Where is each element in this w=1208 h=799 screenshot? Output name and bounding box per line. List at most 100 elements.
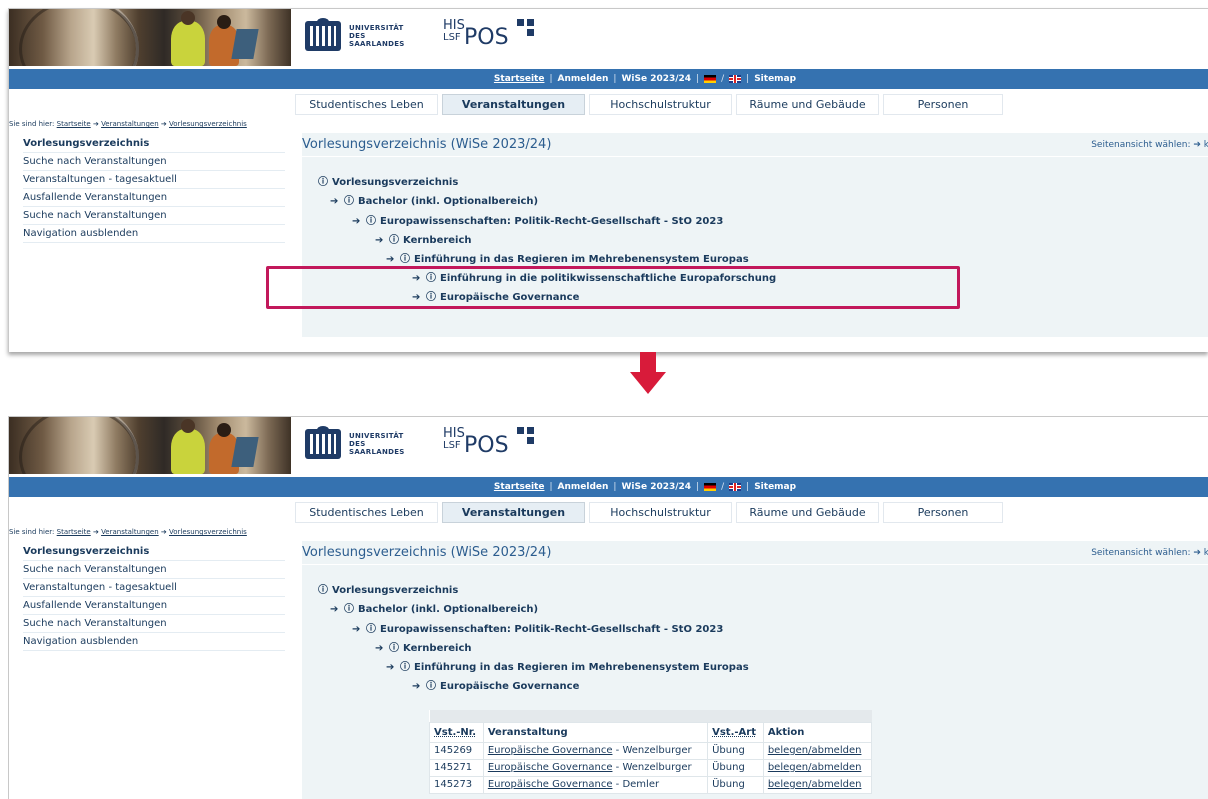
anmelden-link[interactable]: Anmelden <box>558 74 609 84</box>
anmelden-link[interactable]: Anmelden <box>558 482 609 492</box>
highlight-box <box>266 266 960 309</box>
view-selector[interactable]: Seitenansicht wählen: ➔ k <box>1091 541 1208 565</box>
sitemap-link[interactable]: Sitemap <box>754 74 796 84</box>
startseite-link[interactable]: Startseite <box>494 74 545 84</box>
tree-node[interactable]: ➔ ⓘ Bachelor (inkl. Optionalbereich) <box>330 600 538 615</box>
info-icon: ⓘ <box>426 681 436 692</box>
tab-personen[interactable]: Personen <box>883 94 1003 115</box>
sidebar-item-suche-2[interactable]: Suche nach Veranstaltungen <box>23 207 285 225</box>
arrow-right-icon: ➔ <box>412 681 421 692</box>
sidebar-item-navigation-ausblenden[interactable]: Navigation ausblenden <box>23 225 285 243</box>
arrow-right-icon: ➔ <box>386 254 395 265</box>
tab-studentisches-leben[interactable]: Studentisches Leben <box>295 502 438 523</box>
sidebar-item-tagesaktuell[interactable]: Veranstaltungen - tagesaktuell <box>23 171 285 189</box>
english-flag-icon[interactable] <box>729 483 742 491</box>
sidebar-item-ausfallende[interactable]: Ausfallende Veranstaltungen <box>23 189 285 207</box>
tree-node[interactable]: ➔ ⓘ Europawissenschaften: Politik-Recht-Ge… <box>352 620 723 635</box>
tree-node[interactable]: ➔ ⓘ Kernbereich <box>375 231 472 246</box>
arrow-right-icon: ➔ <box>352 216 361 227</box>
info-icon: ⓘ <box>400 254 410 265</box>
arrow-right-icon: ➔ <box>160 120 167 128</box>
arrow-right-icon: ➔ <box>352 624 361 635</box>
info-icon: ⓘ <box>389 643 399 654</box>
breadcrumb: Sie sind hier: Startseite ➔ Veranstaltun… <box>9 528 247 536</box>
breadcrumb-veranstaltungen[interactable]: Veranstaltungen <box>101 528 159 536</box>
column-header-aktion: Aktion <box>762 721 873 743</box>
arrow-right-icon: ➔ <box>330 604 339 615</box>
tree-node[interactable]: ➔ ⓘ Einführung in das Regieren im Mehreben… <box>386 250 749 265</box>
arrow-right-icon: ➔ <box>330 196 339 207</box>
screenshot-after: UNIVERSITÄT DES SAARLANDES HIS LSF POS S… <box>8 416 1208 799</box>
sidebar-item-suche-2[interactable]: Suche nach Veranstaltungen <box>23 615 285 633</box>
sidebar-item-vorlesungsverzeichnis[interactable]: Vorlesungsverzeichnis <box>23 135 285 153</box>
german-flag-icon[interactable] <box>704 483 717 491</box>
sidebar-item-suche[interactable]: Suche nach Veranstaltungen <box>23 153 285 171</box>
breadcrumb-vorlesungsverzeichnis[interactable]: Vorlesungsverzeichnis <box>169 528 247 536</box>
university-logo[interactable]: UNIVERSITÄT DES SAARLANDES <box>305 426 405 459</box>
tree-node[interactable]: ⓘ Vorlesungsverzeichnis <box>318 581 458 596</box>
sidebar-item-navigation-ausblenden[interactable]: Navigation ausblenden <box>23 633 285 651</box>
main-tabs: Studentisches Leben Veranstaltungen Hoch… <box>295 94 1003 115</box>
arrow-right-icon: ➔ <box>92 120 99 128</box>
info-icon: ⓘ <box>366 216 376 227</box>
breadcrumb-vorlesungsverzeichnis[interactable]: Vorlesungsverzeichnis <box>169 120 247 128</box>
semester-label[interactable]: WiSe 2023/24 <box>621 482 691 492</box>
course-link[interactable]: Europäische Governance <box>488 762 613 773</box>
sidebar-item-ausfallende[interactable]: Ausfallende Veranstaltungen <box>23 597 285 615</box>
tab-raeume-und-gebaeude[interactable]: Räume und Gebäude <box>736 502 879 523</box>
info-icon: ⓘ <box>389 235 399 246</box>
sitemap-link[interactable]: Sitemap <box>754 482 796 492</box>
tab-studentisches-leben[interactable]: Studentisches Leben <box>295 94 438 115</box>
top-navigation-bar: Startseite | Anmelden | WiSe 2023/24 | /… <box>9 477 1208 497</box>
header-photo <box>9 417 291 474</box>
tree-node[interactable]: ⓘ Vorlesungsverzeichnis <box>318 173 458 188</box>
belegen-abmelden-link[interactable]: belegen/abmelden <box>768 779 862 790</box>
main-content: Vorlesungsverzeichnis (WiSe 2023/24) Sei… <box>302 541 1208 799</box>
arrow-right-icon: ➔ <box>92 528 99 536</box>
tree-node[interactable]: ➔ ⓘ Kernbereich <box>375 639 472 654</box>
sidebar-item-suche[interactable]: Suche nach Veranstaltungen <box>23 561 285 579</box>
sidebar: Vorlesungsverzeichnis Suche nach Veranst… <box>23 543 285 651</box>
university-logo[interactable]: UNIVERSITÄT DES SAARLANDES <box>305 18 405 51</box>
belegen-abmelden-link[interactable]: belegen/abmelden <box>768 745 862 756</box>
sidebar-item-vorlesungsverzeichnis[interactable]: Vorlesungsverzeichnis <box>23 543 285 561</box>
tree-node[interactable]: ➔ ⓘ Europawissenschaften: Politik-Recht-Ge… <box>352 212 723 227</box>
belegen-abmelden-link[interactable]: belegen/abmelden <box>768 762 862 773</box>
semester-label[interactable]: WiSe 2023/24 <box>621 74 691 84</box>
english-flag-icon[interactable] <box>729 75 742 83</box>
tree-node[interactable]: ➔ ⓘ Europäische Governance <box>412 677 579 692</box>
tab-personen[interactable]: Personen <box>883 502 1003 523</box>
table-row: 145273 Europäische Governance - Demler Ü… <box>429 775 873 794</box>
tab-veranstaltungen[interactable]: Veranstaltungen <box>442 502 585 523</box>
table-row: 145271 Europäische Governance - Wenzelbu… <box>429 758 873 777</box>
startseite-link[interactable]: Startseite <box>494 482 545 492</box>
page-title: Vorlesungsverzeichnis (WiSe 2023/24) <box>302 545 552 560</box>
breadcrumb-veranstaltungen[interactable]: Veranstaltungen <box>101 120 159 128</box>
breadcrumb-startseite[interactable]: Startseite <box>57 528 91 536</box>
arrow-right-icon: ➔ <box>375 235 384 246</box>
german-flag-icon[interactable] <box>704 75 717 83</box>
info-icon: ⓘ <box>318 585 328 596</box>
header-photo <box>9 9 291 66</box>
tree-node[interactable]: ➔ ⓘ Einführung in das Regieren im Mehreben… <box>386 658 749 673</box>
tab-raeume-und-gebaeude[interactable]: Räume und Gebäude <box>736 94 879 115</box>
arrow-right-icon: ➔ <box>375 643 384 654</box>
info-icon: ⓘ <box>366 624 376 635</box>
info-icon: ⓘ <box>318 177 328 188</box>
tab-hochschulstruktur[interactable]: Hochschulstruktur <box>589 502 732 523</box>
tab-hochschulstruktur[interactable]: Hochschulstruktur <box>589 94 732 115</box>
table-row: 145269 Europäische Governance - Wenzelbu… <box>429 741 873 760</box>
column-header-veranstaltung: Veranstaltung <box>482 721 709 743</box>
course-link[interactable]: Europäische Governance <box>488 779 613 790</box>
breadcrumb-startseite[interactable]: Startseite <box>57 120 91 128</box>
top-navigation-bar: Startseite | Anmelden | WiSe 2023/24 | /… <box>9 69 1208 89</box>
down-arrow-icon <box>630 352 666 400</box>
tab-veranstaltungen[interactable]: Veranstaltungen <box>442 94 585 115</box>
sidebar-item-tagesaktuell[interactable]: Veranstaltungen - tagesaktuell <box>23 579 285 597</box>
arrow-right-icon: ➔ <box>386 662 395 673</box>
sidebar: Vorlesungsverzeichnis Suche nach Veranst… <box>23 135 285 243</box>
main-tabs: Studentisches Leben Veranstaltungen Hoch… <box>295 502 1003 523</box>
tree-node[interactable]: ➔ ⓘ Bachelor (inkl. Optionalbereich) <box>330 192 538 207</box>
view-selector[interactable]: Seitenansicht wählen: ➔ k <box>1091 133 1208 157</box>
course-link[interactable]: Europäische Governance <box>488 745 613 756</box>
